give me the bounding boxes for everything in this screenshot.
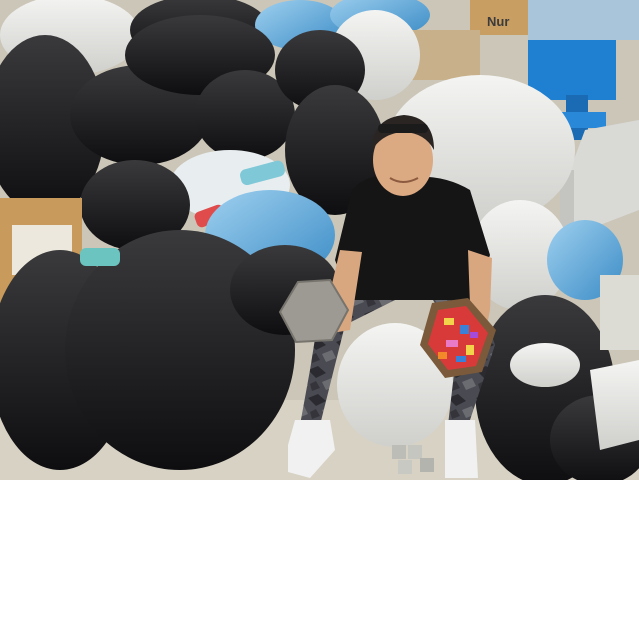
photo-scene: Nur	[0, 0, 639, 480]
photo: Nur	[0, 0, 639, 480]
sunglasses	[378, 124, 428, 133]
box-label: Nur	[487, 14, 509, 29]
sneaker	[445, 420, 478, 478]
blue-machine	[528, 40, 616, 100]
blank-area	[0, 480, 639, 639]
black-tshirt	[335, 175, 490, 300]
